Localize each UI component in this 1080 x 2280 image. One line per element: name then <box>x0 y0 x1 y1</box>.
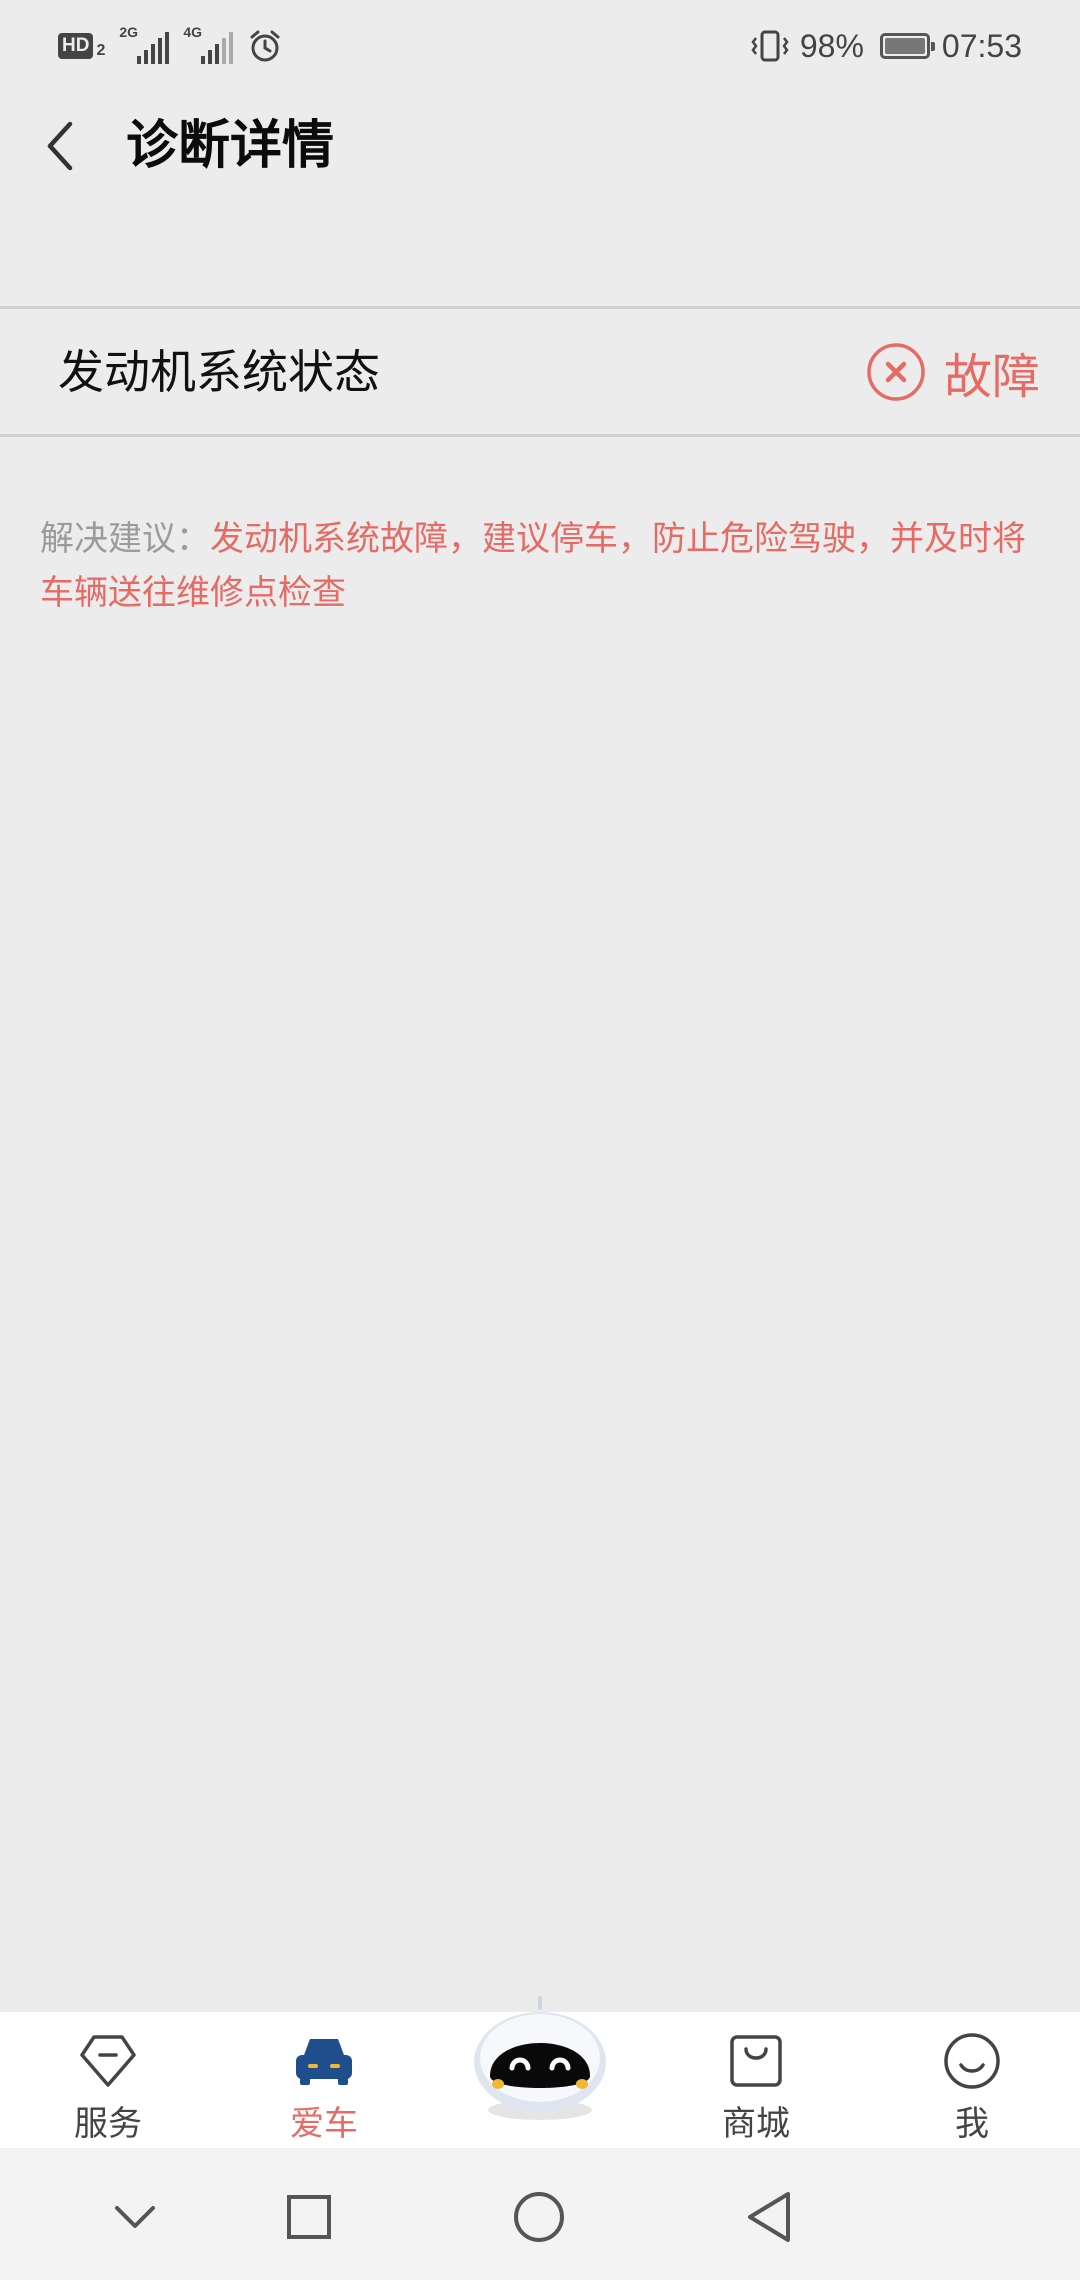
alarm-clock-icon <box>250 30 280 62</box>
chevron-down-icon <box>115 2206 155 2228</box>
signal-bars-icon <box>137 32 170 64</box>
page-title: 诊断详情 <box>126 116 335 176</box>
nav-icon-wrap <box>292 2030 356 2092</box>
net-label-4g: 4G <box>183 24 203 40</box>
fault-close-circle-icon <box>867 343 925 401</box>
nav-item-service[interactable]: 服务 <box>0 2012 216 2148</box>
service-tag-icon <box>80 2035 136 2087</box>
circle-home-icon <box>514 2192 564 2242</box>
app-header: 诊断详情 <box>0 92 1080 212</box>
nav-item-car[interactable]: 爱车 <box>216 2012 432 2148</box>
vibrate-icon <box>751 30 789 62</box>
engine-system-status-row: 发动机系统状态 故障 <box>0 310 1080 434</box>
net-label-2g: 2G <box>119 24 139 40</box>
advice-label: 解决建议： <box>40 519 210 559</box>
nav-icon-wrap <box>726 2030 786 2092</box>
nav-icon-wrap <box>942 2030 1002 2092</box>
hd-voice-indicator: HD 2 <box>58 32 105 60</box>
nav-label: 商城 <box>722 2104 790 2144</box>
signal-4g-indicator: 4G <box>183 24 234 64</box>
battery-percent: 98% <box>799 27 864 64</box>
bottom-nav: 服务 爱车 商城 我 <box>0 1996 1080 2148</box>
status-left: HD 2 2G 4G <box>58 24 283 66</box>
nav-item-mall[interactable]: 商城 <box>648 2012 864 2148</box>
hd-label: HD <box>58 33 94 59</box>
recent-apps-button[interactable] <box>274 2182 344 2252</box>
fault-label: 故障 <box>943 349 1040 405</box>
square-recent-apps-icon <box>287 2195 331 2239</box>
triangle-back-icon <box>748 2192 790 2242</box>
divider-bottom <box>0 434 1080 437</box>
system-back-button[interactable] <box>734 2182 804 2252</box>
fault-status: 故障 <box>866 310 1040 434</box>
advice-text: 解决建议：发动机系统故障，建议停车，防止危险驾驶，并及时将车辆送往维修点检查 <box>40 512 1040 620</box>
nav-label: 我 <box>955 2104 989 2144</box>
robot-assistant-button[interactable] <box>470 1992 610 2132</box>
system-name: 发动机系统状态 <box>58 345 380 399</box>
hd-sub-label: 2 <box>96 42 106 59</box>
robot-assistant-icon <box>474 1996 606 2120</box>
divider-top <box>0 306 1080 309</box>
signal-2g-indicator: 2G <box>119 24 170 64</box>
home-button[interactable] <box>504 2182 574 2252</box>
chevron-left-icon <box>47 121 73 171</box>
nav-item-me[interactable]: 我 <box>864 2012 1080 2148</box>
clock-time: 07:53 <box>941 27 1022 64</box>
battery-icon <box>879 33 935 59</box>
smiley-profile-icon <box>944 2033 1000 2089</box>
system-navigation-bar <box>0 2148 1080 2280</box>
car-icon <box>296 2039 352 2085</box>
hide-nav-button[interactable] <box>100 2182 170 2252</box>
signal-bars-icon <box>201 32 234 64</box>
nav-label: 爱车 <box>290 2104 358 2144</box>
status-bar: HD 2 2G 4G 98% 07:53 <box>0 0 1080 92</box>
back-button[interactable] <box>30 106 90 186</box>
nav-label: 服务 <box>74 2104 142 2144</box>
status-right: 98% 07:53 <box>748 26 1022 66</box>
shopping-bag-icon <box>730 2035 782 2087</box>
nav-icon-wrap <box>76 2030 140 2092</box>
